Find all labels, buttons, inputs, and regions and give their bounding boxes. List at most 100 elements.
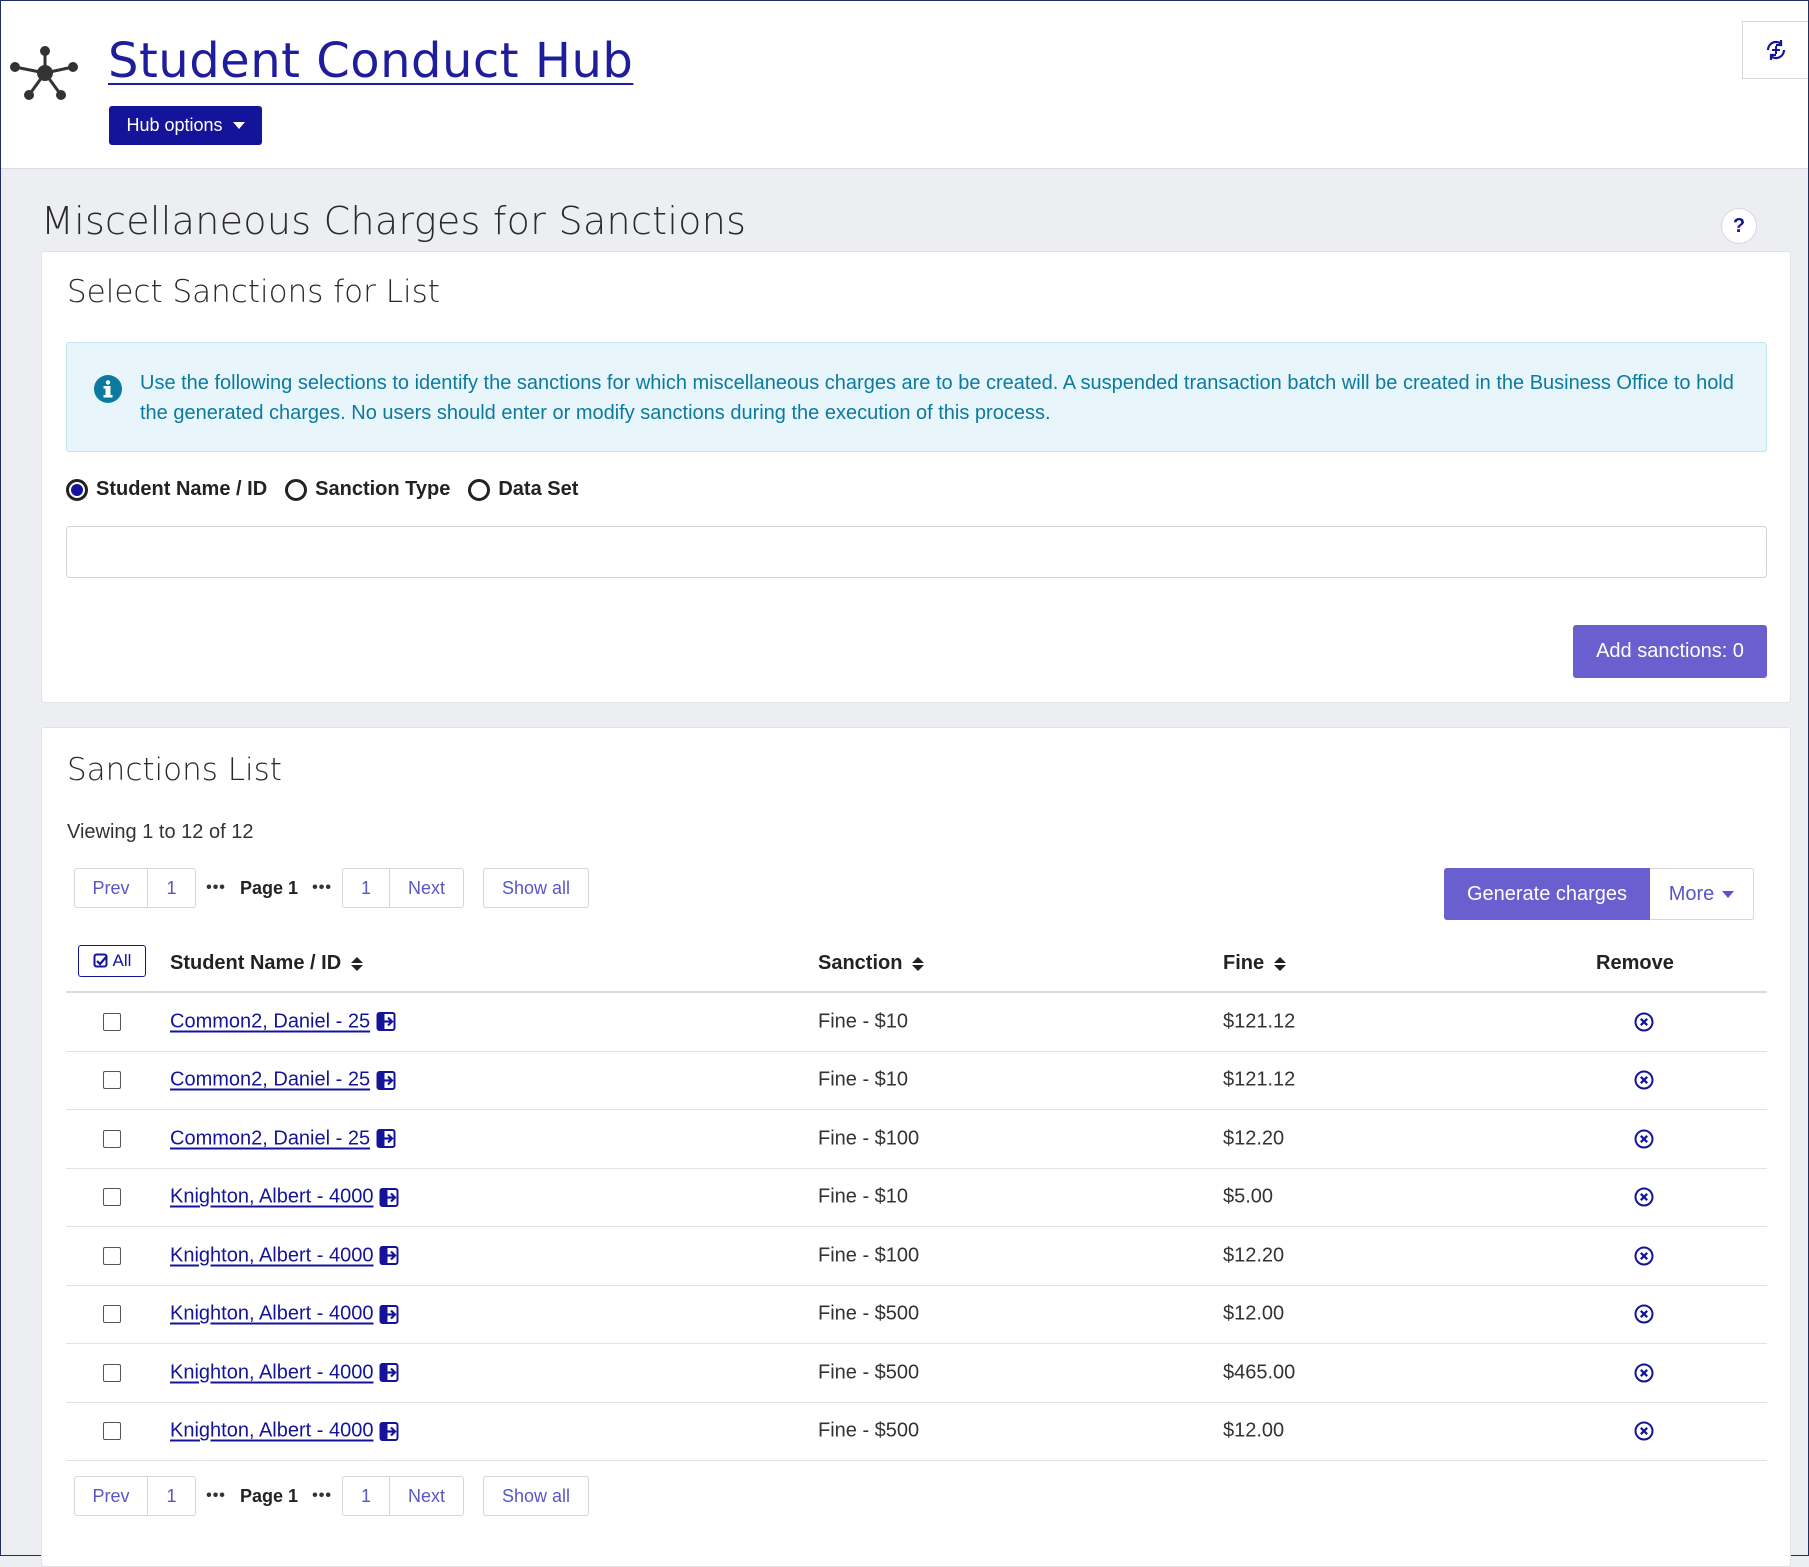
student-link[interactable]: Knighton, Albert - 4000 [170, 1244, 373, 1267]
row-checkbox[interactable] [103, 1012, 121, 1031]
radio-label: Student Name / ID [96, 478, 268, 500]
student-search-input[interactable] [66, 526, 1767, 578]
first-page-button[interactable]: 1 [148, 1476, 196, 1516]
student-cell: Knighton, Albert - 4000 [170, 1303, 399, 1326]
sync-button[interactable] [1742, 21, 1808, 79]
last-page-button[interactable]: 1 [342, 868, 391, 908]
student-cell: Knighton, Albert - 4000 [170, 1244, 399, 1267]
open-external-icon[interactable] [379, 1187, 399, 1207]
radio-data-set[interactable]: Data Set [468, 478, 578, 501]
select-sanctions-heading: Select Sanctions for List [67, 274, 440, 310]
fine-cell: $12.00 [1223, 1302, 1285, 1325]
ellipsis-icon: ••• [206, 1487, 226, 1504]
prev-page-button[interactable]: Prev [74, 1476, 148, 1516]
row-checkbox[interactable] [103, 1188, 121, 1207]
info-circle-icon [94, 375, 122, 403]
sanction-cell: Fine - $10 [818, 1068, 909, 1091]
open-external-icon[interactable] [379, 1246, 399, 1266]
student-cell: Common2, Daniel - 25 [170, 1010, 396, 1033]
row-checkbox[interactable] [103, 1071, 121, 1090]
fine-cell: $12.20 [1223, 1127, 1285, 1150]
show-all-button[interactable]: Show all [483, 868, 590, 908]
add-sanctions-button[interactable]: Add sanctions: 0 [1573, 625, 1767, 678]
sort-icon [1274, 957, 1286, 971]
remove-circle-x-icon[interactable] [1634, 1246, 1654, 1266]
open-external-icon[interactable] [379, 1304, 399, 1324]
sanction-cell: Fine - $10 [818, 1010, 909, 1033]
remove-circle-x-icon[interactable] [1634, 1363, 1654, 1383]
hub-title-link[interactable]: Student Conduct Hub [108, 31, 633, 91]
column-header-sanction[interactable]: Sanction [818, 952, 924, 975]
remove-circle-x-icon[interactable] [1634, 1187, 1654, 1207]
column-header-student[interactable]: Student Name / ID [170, 952, 363, 975]
student-cell: Knighton, Albert - 4000 [170, 1186, 399, 1209]
radio-unchecked-icon [468, 478, 491, 501]
remove-circle-x-icon[interactable] [1634, 1304, 1654, 1324]
row-checkbox[interactable] [103, 1422, 121, 1441]
row-checkbox[interactable] [103, 1363, 121, 1382]
student-link[interactable]: Common2, Daniel - 25 [170, 1010, 370, 1033]
sync-refresh-icon [1766, 40, 1785, 60]
ellipsis-icon: ••• [312, 1487, 332, 1504]
table-row: Knighton, Albert - 4000 Fine - $500 $12.… [66, 1286, 1767, 1344]
table-header: All Student Name / ID Sanction Fine Remo… [66, 938, 1767, 993]
sort-icon [912, 957, 924, 971]
table-row: Common2, Daniel - 25 Fine - $100 $12.20 [66, 1110, 1767, 1169]
radio-sanction-type[interactable]: Sanction Type [285, 478, 450, 501]
caret-down-icon [232, 122, 245, 129]
remove-circle-x-icon[interactable] [1634, 1129, 1654, 1149]
hub-options-button[interactable]: Hub options [109, 106, 262, 145]
column-header-fine[interactable]: Fine [1223, 952, 1286, 975]
info-text: Use the following selections to identify… [140, 372, 1734, 424]
open-external-icon[interactable] [379, 1363, 399, 1383]
sanctions-list-panel: Sanctions List Viewing 1 to 12 of 12 Pre… [41, 727, 1791, 1567]
open-external-icon[interactable] [376, 1012, 396, 1032]
open-external-icon[interactable] [379, 1421, 399, 1441]
radio-label: Data Set [498, 478, 579, 500]
show-all-button[interactable]: Show all [483, 1476, 590, 1516]
remove-circle-x-icon[interactable] [1634, 1070, 1654, 1090]
next-page-button[interactable]: Next [390, 868, 465, 908]
generate-charges-button[interactable]: Generate charges [1444, 868, 1650, 920]
first-page-button[interactable]: 1 [148, 868, 196, 908]
select-all-button[interactable]: All [78, 945, 146, 977]
viewing-count: Viewing 1 to 12 of 12 [67, 821, 254, 843]
student-link[interactable]: Knighton, Albert - 4000 [170, 1420, 373, 1443]
sanction-cell: Fine - $500 [818, 1419, 920, 1442]
student-cell: Knighton, Albert - 4000 [170, 1361, 399, 1384]
row-checkbox[interactable] [103, 1129, 121, 1148]
table-row: Common2, Daniel - 25 Fine - $10 $121.12 [66, 993, 1767, 1052]
student-link[interactable]: Knighton, Albert - 4000 [170, 1361, 373, 1384]
open-external-icon[interactable] [376, 1129, 396, 1149]
sanction-cell: Fine - $100 [818, 1244, 920, 1267]
radio-checked-icon [66, 478, 88, 501]
table-row: Knighton, Albert - 4000 Fine - $500 $465… [66, 1344, 1767, 1403]
app-header: Student Conduct Hub Hub options [1, 1, 1808, 169]
student-link[interactable]: Common2, Daniel - 25 [170, 1069, 370, 1092]
fine-cell: $12.20 [1223, 1244, 1285, 1267]
remove-circle-x-icon[interactable] [1634, 1012, 1654, 1032]
caret-down-icon [1722, 890, 1735, 898]
student-link[interactable]: Knighton, Albert - 4000 [170, 1303, 373, 1326]
prev-page-button[interactable]: Prev [74, 868, 148, 908]
student-link[interactable]: Knighton, Albert - 4000 [170, 1186, 373, 1209]
remove-circle-x-icon[interactable] [1634, 1421, 1654, 1441]
open-external-icon[interactable] [376, 1070, 396, 1090]
radio-label: Sanction Type [315, 478, 451, 500]
more-dropdown-button[interactable]: More [1650, 868, 1754, 920]
last-page-button[interactable]: 1 [342, 1476, 391, 1516]
radio-student-name-id[interactable]: Student Name / ID [66, 478, 267, 501]
next-page-button[interactable]: Next [390, 1476, 465, 1516]
student-cell: Common2, Daniel - 25 [170, 1127, 396, 1150]
column-label: Fine [1223, 952, 1265, 974]
row-checkbox[interactable] [103, 1246, 121, 1265]
row-checkbox[interactable] [103, 1305, 121, 1324]
network-nodes-icon [10, 46, 78, 100]
student-link[interactable]: Common2, Daniel - 25 [170, 1127, 370, 1150]
selection-type-radios: Student Name / ID Sanction Type Data Set [66, 478, 578, 501]
hub-options-label: Hub options [126, 115, 223, 135]
fine-cell: $121.12 [1223, 1068, 1296, 1091]
student-cell: Knighton, Albert - 4000 [170, 1420, 399, 1443]
sort-icon [351, 957, 363, 971]
help-button[interactable]: ? [1721, 208, 1757, 244]
